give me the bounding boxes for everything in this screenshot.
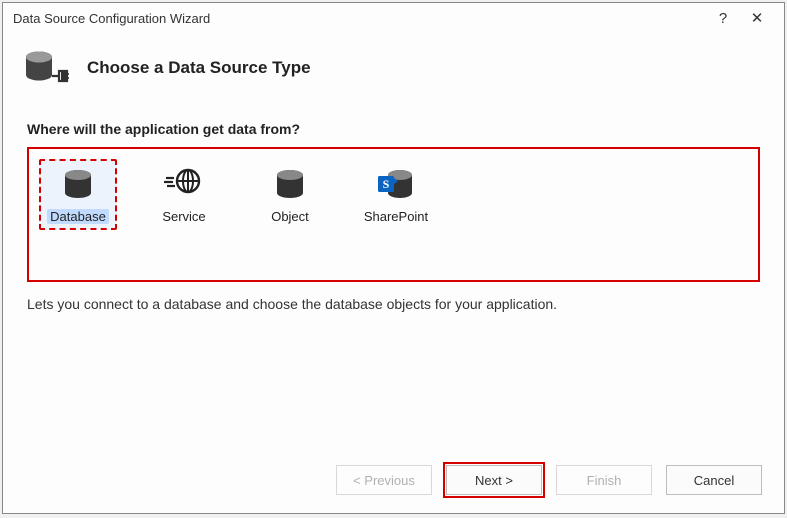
content-area: Where will the application get data from… <box>3 111 784 451</box>
option-label: SharePoint <box>364 209 428 224</box>
prompt-label: Where will the application get data from… <box>27 121 760 137</box>
database-icon <box>58 165 98 203</box>
service-icon <box>164 165 204 203</box>
sharepoint-icon: S <box>376 165 416 203</box>
option-service[interactable]: Service <box>145 159 223 230</box>
object-icon <box>270 165 310 203</box>
option-sharepoint[interactable]: S SharePoint <box>357 159 435 230</box>
option-label: Object <box>271 209 309 224</box>
options-panel: Database Service <box>27 147 760 282</box>
close-button[interactable]: ✕ <box>740 9 774 27</box>
option-label: Service <box>162 209 205 224</box>
finish-button[interactable]: Finish <box>556 465 652 495</box>
cancel-button[interactable]: Cancel <box>666 465 762 495</box>
window-title: Data Source Configuration Wizard <box>13 11 706 26</box>
titlebar: Data Source Configuration Wizard ? ✕ <box>3 3 784 33</box>
header-title: Choose a Data Source Type <box>87 58 311 78</box>
previous-button[interactable]: < Previous <box>336 465 432 495</box>
help-button[interactable]: ? <box>706 10 740 27</box>
footer-buttons: < Previous Next > Finish Cancel <box>3 451 784 513</box>
next-button[interactable]: Next > <box>446 465 542 495</box>
wizard-header: Choose a Data Source Type <box>3 33 784 111</box>
description-text: Lets you connect to a database and choos… <box>27 296 760 312</box>
option-object[interactable]: Object <box>251 159 329 230</box>
option-label: Database <box>47 209 109 224</box>
database-plug-icon <box>23 47 69 89</box>
wizard-window: Data Source Configuration Wizard ? ✕ Cho… <box>2 2 785 514</box>
svg-text:S: S <box>383 177 390 191</box>
option-database[interactable]: Database <box>39 159 117 230</box>
